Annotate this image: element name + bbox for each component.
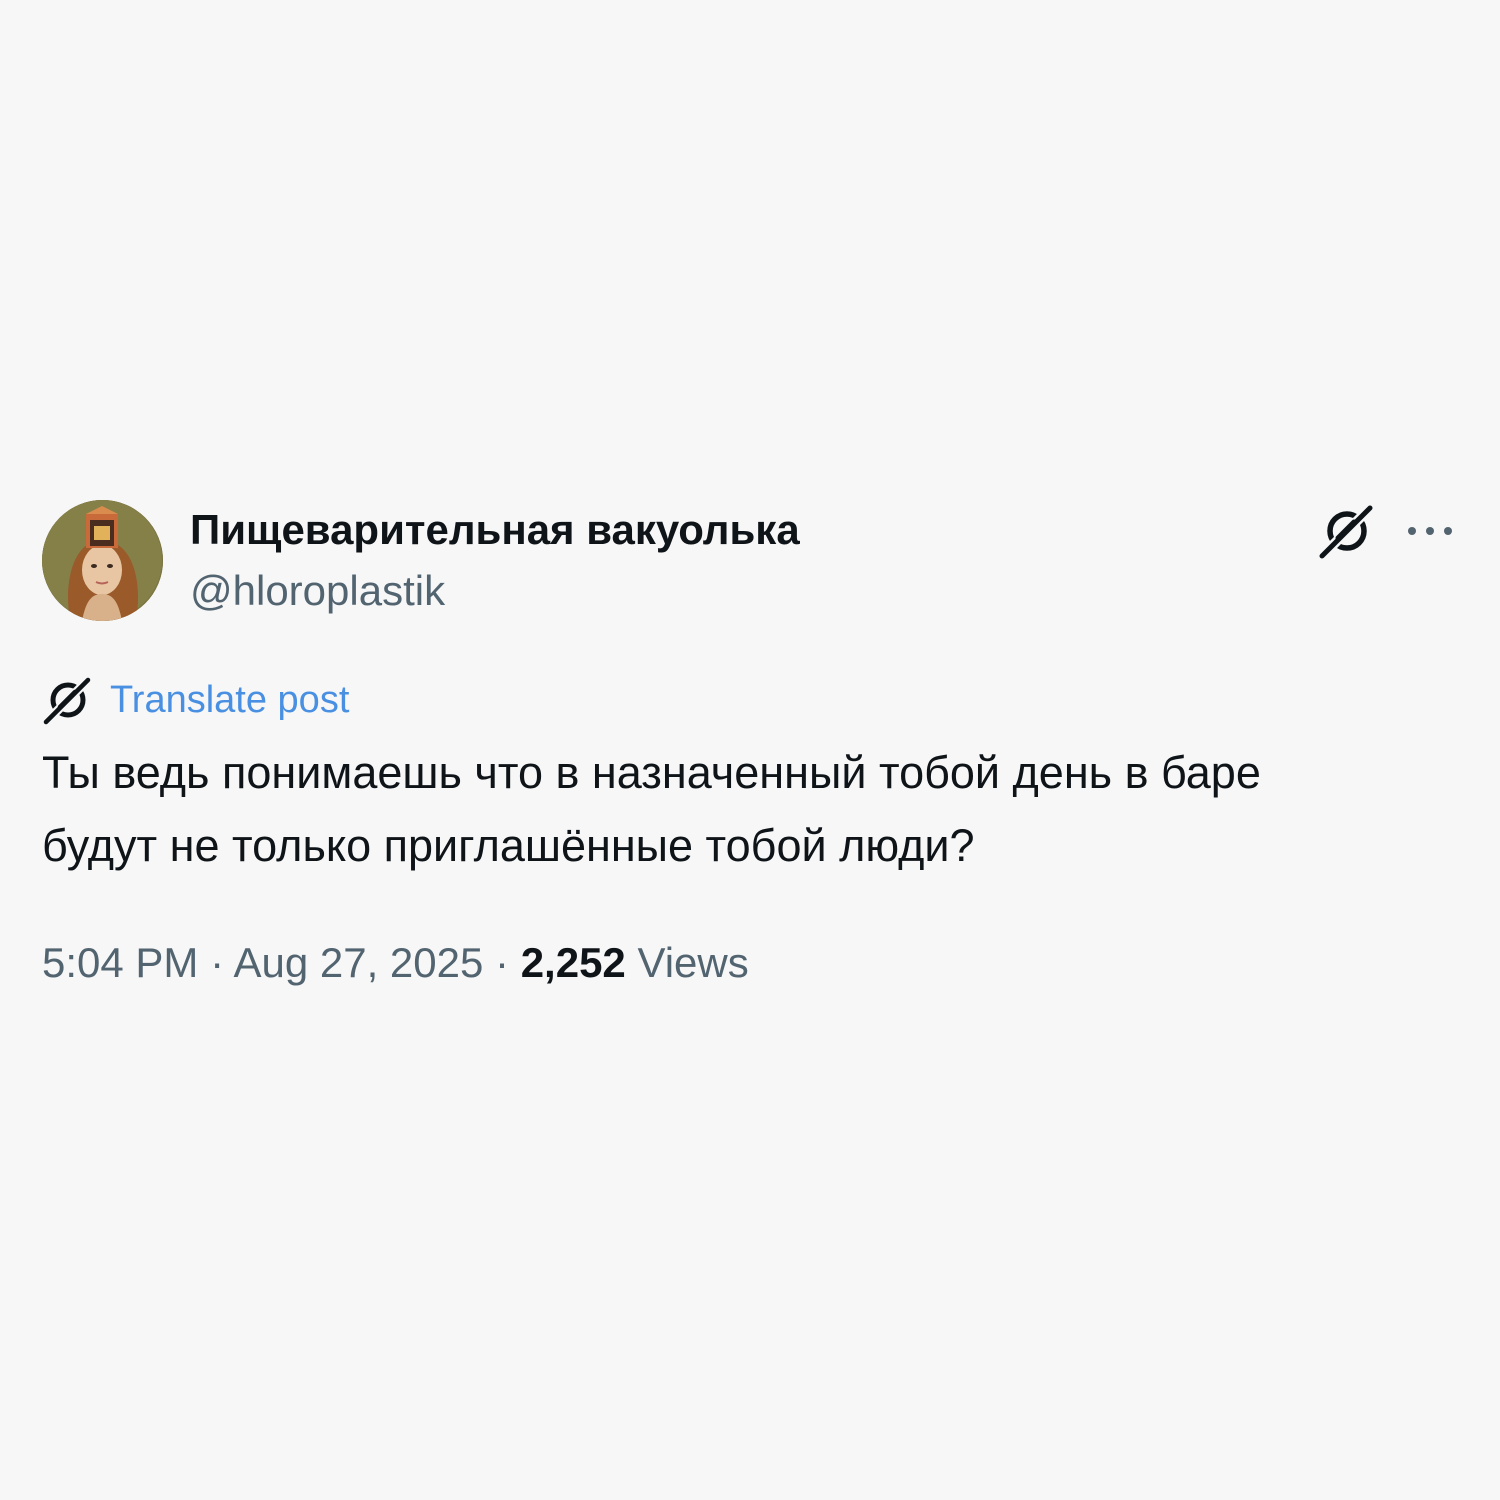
translate-icon <box>42 674 94 726</box>
display-name[interactable]: Пищеварительная вакуолька <box>190 505 800 555</box>
post-time[interactable]: 5:04 PM <box>42 939 198 986</box>
post-text: Ты ведь понимаешь что в назначенный тобо… <box>42 736 1442 882</box>
meta-separator: · <box>495 939 510 986</box>
post-date[interactable]: Aug 27, 2025 <box>233 939 483 986</box>
translate-post-link[interactable]: Translate post <box>42 674 349 726</box>
user-handle[interactable]: @hloroplastik <box>190 566 445 616</box>
translate-post-label: Translate post <box>110 679 350 721</box>
views-label: Views <box>637 939 749 986</box>
portrait-avatar-icon <box>42 500 163 621</box>
meta-separator: · <box>210 939 225 986</box>
post-meta: 5:04 PM · Aug 27, 2025 · 2,252 Views <box>42 936 749 990</box>
post-text-line: Ты ведь понимаешь что в назначенный тобо… <box>42 747 1261 798</box>
post-text-line: будут не только приглашённые тобой люди? <box>42 820 975 871</box>
avatar[interactable] <box>42 500 163 621</box>
views-count: 2,252 <box>520 939 626 986</box>
post-card: Пищеварительная вакуолька @hloroplastik … <box>0 0 1500 1500</box>
more-horizontal-icon[interactable] <box>1404 514 1456 548</box>
grok-icon[interactable] <box>1315 501 1377 563</box>
